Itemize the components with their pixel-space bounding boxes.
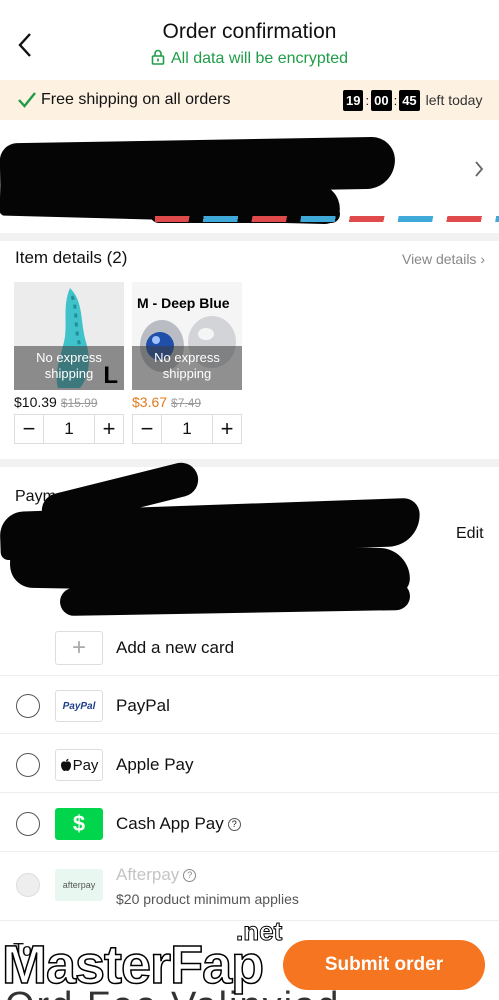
- timer-separator: :: [393, 92, 398, 108]
- lock-icon: [151, 49, 165, 65]
- airmail-border: [155, 216, 499, 222]
- product-image[interactable]: M - Deep Blue No express shipping: [132, 282, 242, 390]
- timer-separator: :: [365, 92, 370, 108]
- cash-app-logo-icon: $: [55, 808, 103, 840]
- quantity-value[interactable]: 1: [43, 415, 95, 443]
- radio-button[interactable]: [16, 753, 40, 777]
- afterpay-label-text: Afterpay: [116, 865, 180, 884]
- paypal-logo-icon: PayPal: [55, 690, 103, 722]
- apple-pay-logo-text: Pay: [72, 756, 99, 774]
- watermark-left: Master: [1, 934, 172, 996]
- timer-hours: 19: [343, 89, 364, 111]
- increase-button[interactable]: +: [95, 415, 123, 443]
- timer-seconds: 45: [399, 89, 420, 111]
- size-tag: L: [103, 362, 118, 389]
- afterpay-minimum-note: $20 product minimum applies: [116, 891, 299, 907]
- edit-card-link[interactable]: Edit: [456, 525, 484, 543]
- product-image[interactable]: No express shipping L: [14, 282, 124, 390]
- info-icon[interactable]: ?: [183, 869, 197, 882]
- payment-option-cash-app-pay[interactable]: $ Cash App Pay?: [0, 794, 499, 852]
- quantity-value[interactable]: 1: [161, 415, 213, 443]
- original-price: $15.99: [60, 396, 98, 410]
- section-divider: [0, 233, 499, 241]
- payment-option-paypal[interactable]: PayPal PayPal: [0, 676, 499, 734]
- promo-text: Free shipping on all orders: [41, 91, 231, 108]
- payment-option-label: Afterpay?: [116, 865, 197, 885]
- info-icon[interactable]: ?: [227, 818, 241, 831]
- quantity-stepper[interactable]: − 1 +: [132, 414, 242, 444]
- cash-app-label-text: Cash App Pay: [116, 814, 224, 833]
- payment-option-label: PayPal: [116, 696, 170, 715]
- variant-tag: M - Deep Blue: [137, 295, 230, 311]
- radio-button[interactable]: [16, 694, 40, 718]
- timer-minutes: 00: [371, 89, 392, 111]
- free-shipping-banner: Free shipping on all orders 19 : 00 : 45…: [0, 80, 499, 120]
- cash-app-logo-text: $: [72, 811, 86, 836]
- decrease-button[interactable]: −: [133, 415, 161, 443]
- payment-option-label: Apple Pay: [116, 755, 194, 774]
- afterpay-logo-icon: afterpay: [55, 869, 103, 901]
- current-price: $10.39: [14, 394, 57, 410]
- add-card-row[interactable]: + Add a new card: [0, 618, 499, 676]
- shipping-address[interactable]: [0, 120, 499, 230]
- chevron-right-icon: ›: [480, 251, 485, 267]
- original-price: $7.49: [171, 396, 202, 410]
- payment-option-label: Cash App Pay?: [116, 814, 241, 834]
- radio-button: [16, 873, 40, 897]
- timer-suffix: left today: [425, 92, 483, 108]
- watermark-suffix: .net: [235, 916, 283, 947]
- submit-order-button[interactable]: Submit order: [283, 940, 485, 990]
- apple-icon: [60, 758, 71, 771]
- cart-item[interactable]: No express shipping L $10.39 $15.99 − 1 +: [14, 282, 124, 444]
- item-price: $10.39 $15.99: [14, 394, 98, 410]
- check-icon: [18, 92, 36, 108]
- increase-button[interactable]: +: [213, 415, 241, 443]
- payment-option-apple-pay[interactable]: Pay Apple Pay: [0, 735, 499, 793]
- header: Order confirmation All data will be encr…: [0, 0, 499, 80]
- paypal-logo-text: PayPal: [62, 700, 96, 712]
- view-details-label: View details: [401, 251, 477, 267]
- view-details-link[interactable]: View details ›: [402, 251, 485, 267]
- countdown-timer: 19 : 00 : 45 left today: [343, 89, 482, 111]
- radio-button[interactable]: [16, 812, 40, 836]
- quantity-stepper[interactable]: − 1 +: [14, 414, 124, 444]
- payment-option-afterpay: afterpay Afterpay? $20 product minimum a…: [0, 853, 499, 921]
- secure-notice: All data will be encrypted: [0, 49, 499, 68]
- apple-pay-logo-icon: Pay: [55, 749, 103, 781]
- item-price: $3.67 $7.49: [132, 394, 201, 410]
- no-express-badge: No express shipping: [154, 350, 220, 381]
- page-title: Order confirmation: [162, 20, 337, 43]
- redacted-block: [59, 581, 411, 617]
- watermark: MasterFap: [1, 934, 265, 996]
- item-details-title: Item details (2): [15, 248, 128, 267]
- current-price: $3.67: [132, 394, 168, 410]
- chevron-right-icon[interactable]: [473, 160, 485, 178]
- section-divider: [0, 459, 499, 467]
- secure-text: All data will be encrypted: [171, 50, 348, 67]
- cart-item[interactable]: M - Deep Blue No express shipping $3.67 $…: [132, 282, 242, 444]
- decrease-button[interactable]: −: [15, 415, 43, 443]
- add-card-label: Add a new card: [116, 638, 235, 657]
- plus-icon: +: [55, 631, 103, 665]
- afterpay-logo-text: afterpay: [62, 880, 96, 890]
